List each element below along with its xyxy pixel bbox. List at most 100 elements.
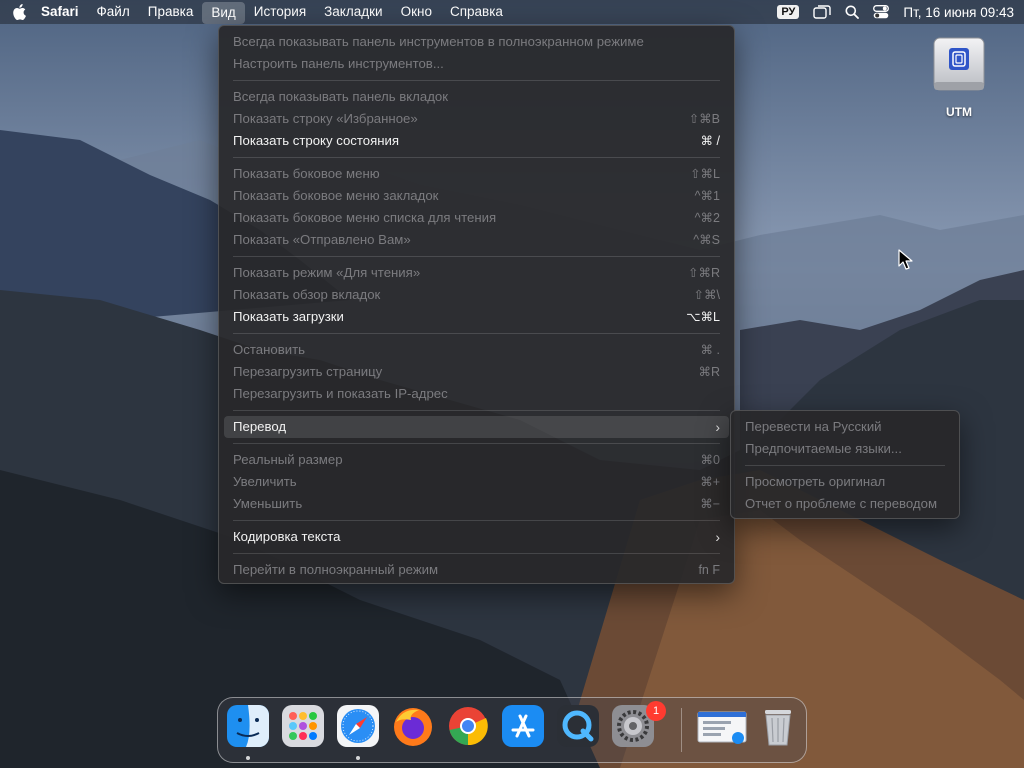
chevron-right-icon: › xyxy=(715,529,720,545)
menu-item-label: Показать обзор вкладок xyxy=(233,287,381,302)
menu-item-show-reader[interactable]: Показать режим «Для чтения» ⇧⌘R xyxy=(219,262,734,284)
menu-separator xyxy=(233,80,720,81)
desktop-icon-utm[interactable]: UTM xyxy=(928,34,990,119)
menu-item-label: Остановить xyxy=(233,342,305,357)
menu-item-translation[interactable]: Перевод › xyxy=(224,416,729,438)
menu-item-shortcut: ^⌘1 xyxy=(694,189,720,203)
menu-item-customize-toolbar[interactable]: Настроить панель инструментов... xyxy=(219,53,734,75)
menu-item-show-favorites-bar[interactable]: Показать строку «Избранное» ⇧⌘B xyxy=(219,108,734,130)
menu-item-label: Показать боковое меню закладок xyxy=(233,188,439,203)
mouse-pointer-icon xyxy=(898,249,913,270)
menu-item-stop[interactable]: Остановить ⌘ . xyxy=(219,339,734,361)
menu-item-zoom-out[interactable]: Уменьшить ⌘− xyxy=(219,493,734,515)
input-source-indicator[interactable]: РУ xyxy=(777,5,800,19)
menu-separator xyxy=(233,443,720,444)
spotlight-search-icon[interactable] xyxy=(845,5,860,19)
menu-separator xyxy=(233,553,720,554)
apple-icon[interactable] xyxy=(12,4,26,20)
menu-item-label: Перейти в полноэкранный режим xyxy=(233,562,439,577)
menu-item-preferred-languages[interactable]: Предпочитаемые языки... xyxy=(731,438,959,460)
menu-item-label: Перевести на Русский xyxy=(745,419,882,434)
menu-item-label: Просмотреть оригинал xyxy=(745,474,886,489)
menu-item-shortcut: ⇧⌘R xyxy=(687,266,720,280)
menu-item-show-sidebar[interactable]: Показать боковое меню ⇧⌘L xyxy=(219,163,734,185)
menu-item-label: Уменьшить xyxy=(233,496,303,511)
safari-icon[interactable] xyxy=(336,704,380,748)
menu-item-show-shared-with-you[interactable]: Показать «Отправлено Вам» ^⌘S xyxy=(219,229,734,251)
menu-item-label: Показать загрузки xyxy=(233,309,344,324)
menu-help[interactable]: Справка xyxy=(441,0,512,24)
menu-item-label: Перевод xyxy=(233,419,287,434)
view-menu: Всегда показывать панель инструментов в … xyxy=(218,25,735,584)
menu-item-label: Показать строку состояния xyxy=(233,133,400,148)
menu-item-label: Предпочитаемые языки... xyxy=(745,441,902,456)
notification-badge: 1 xyxy=(646,701,666,721)
menu-bar: Safari Файл Правка Вид История Закладки … xyxy=(0,0,1024,24)
control-center-icon[interactable] xyxy=(873,5,890,19)
menu-item-show-bookmarks-sidebar[interactable]: Показать боковое меню закладок ^⌘1 xyxy=(219,185,734,207)
menu-item-shortcut: ⇧⌘L xyxy=(690,167,720,181)
menu-item-label: Всегда показывать панель вкладок xyxy=(233,89,448,104)
menu-item-show-status-bar[interactable]: Показать строку состояния ⌘ / xyxy=(219,130,734,152)
running-indicator xyxy=(246,756,250,760)
menu-item-view-original[interactable]: Просмотреть оригинал xyxy=(731,471,959,493)
dock-divider xyxy=(681,708,682,752)
menu-history[interactable]: История xyxy=(245,0,315,24)
translation-submenu: Перевести на Русский Предпочитаемые язык… xyxy=(730,410,960,519)
menu-item-show-reading-list-sidebar[interactable]: Показать боковое меню списка для чтения ^… xyxy=(219,207,734,229)
menu-file[interactable]: Файл xyxy=(88,0,139,24)
menu-separator xyxy=(233,256,720,257)
menu-item-label: Реальный размер xyxy=(233,452,343,467)
menu-bar-clock[interactable]: Пт, 16 июня 09:43 xyxy=(903,5,1014,20)
menu-item-shortcut: ^⌘S xyxy=(693,233,720,247)
menu-item-text-encoding[interactable]: Кодировка текста › xyxy=(219,526,734,548)
menu-item-label: Показать режим «Для чтения» xyxy=(233,265,421,280)
menu-window[interactable]: Окно xyxy=(392,0,441,24)
trash-icon[interactable] xyxy=(756,704,800,748)
menu-item-shortcut: ⇧⌘B xyxy=(688,112,720,126)
dock: 1 xyxy=(217,697,807,763)
preview-document-icon[interactable] xyxy=(696,704,748,748)
menu-item-label: Перезагрузить страницу xyxy=(233,364,383,379)
menu-item-show-tab-overview[interactable]: Показать обзор вкладок ⇧⌘\ xyxy=(219,284,734,306)
menu-item-translate-to-russian[interactable]: Перевести на Русский xyxy=(731,416,959,438)
menu-item-shortcut: ⇧⌘\ xyxy=(693,288,720,302)
menu-bookmarks[interactable]: Закладки xyxy=(315,0,391,24)
menu-view[interactable]: Вид xyxy=(202,1,245,24)
chrome-icon[interactable] xyxy=(446,704,490,748)
status-area: РУ Пт, 16 июня 09:43 xyxy=(777,0,1024,24)
menu-item-label: Показать боковое меню списка для чтения xyxy=(233,210,497,225)
menu-item-shortcut: ⌘R xyxy=(698,365,720,379)
menu-item-always-show-tab-bar[interactable]: Всегда показывать панель вкладок xyxy=(219,86,734,108)
finder-icon[interactable] xyxy=(226,704,270,748)
menu-item-report-translation-issue[interactable]: Отчет о проблеме с переводом xyxy=(731,493,959,515)
app-store-icon[interactable] xyxy=(501,704,545,748)
menu-item-label: Кодировка текста xyxy=(233,529,341,544)
menu-item-show-downloads[interactable]: Показать загрузки ⌥⌘L xyxy=(219,306,734,328)
menu-item-shortcut: ⌘ . xyxy=(700,343,720,357)
menu-item-always-show-toolbar-fullscreen[interactable]: Всегда показывать панель инструментов в … xyxy=(219,31,734,53)
menu-separator xyxy=(233,410,720,411)
menu-item-label: Настроить панель инструментов... xyxy=(233,56,444,71)
firefox-icon[interactable] xyxy=(391,704,435,748)
running-indicator xyxy=(356,756,360,760)
menu-separator xyxy=(745,465,945,466)
app-menu-safari[interactable]: Safari xyxy=(32,0,88,24)
menu-item-reload-page[interactable]: Перезагрузить страницу ⌘R xyxy=(219,361,734,383)
menu-edit[interactable]: Правка xyxy=(139,0,203,24)
menu-item-label: Показать «Отправлено Вам» xyxy=(233,232,411,247)
menu-item-enter-fullscreen[interactable]: Перейти в полноэкранный режим fn F xyxy=(219,559,734,581)
quicktime-icon[interactable] xyxy=(556,704,600,748)
menu-separator xyxy=(233,157,720,158)
menu-item-shortcut: ⌘0 xyxy=(700,453,720,467)
menu-item-reload-show-ip[interactable]: Перезагрузить и показать IP-адрес xyxy=(219,383,734,405)
menu-item-shortcut: ⌘ / xyxy=(700,134,720,148)
menu-item-shortcut: ⌘− xyxy=(700,497,720,511)
stage-manager-icon[interactable] xyxy=(813,5,832,19)
menu-item-zoom-in[interactable]: Увеличить ⌘+ xyxy=(219,471,734,493)
menu-item-label: Показать боковое меню xyxy=(233,166,380,181)
desktop-icon-label: UTM xyxy=(946,105,972,119)
launchpad-icon[interactable] xyxy=(281,704,325,748)
menu-item-actual-size[interactable]: Реальный размер ⌘0 xyxy=(219,449,734,471)
menu-item-shortcut: ⌥⌘L xyxy=(686,310,720,324)
